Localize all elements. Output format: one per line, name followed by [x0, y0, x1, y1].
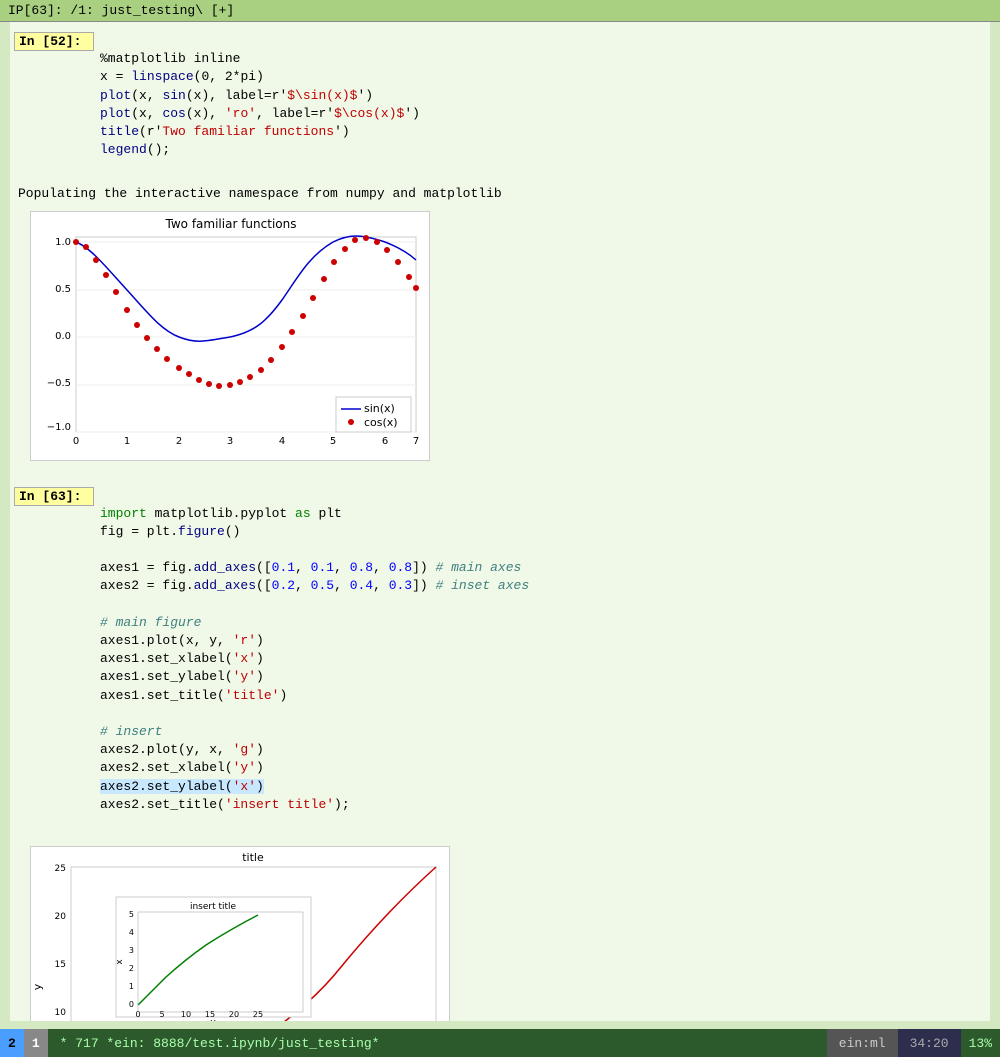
- svg-text:5: 5: [159, 1010, 164, 1019]
- status-notebook: * 717 *ein: 8888/test.ipynb/just_testing…: [48, 1029, 827, 1057]
- svg-text:title: title: [242, 851, 264, 864]
- title-bar: IP[63]: /1: just_testing\ [+]: [0, 0, 1000, 22]
- svg-text:5: 5: [330, 436, 336, 447]
- svg-text:y: y: [31, 983, 44, 990]
- output-text-52: Populating the interactive namespace fro…: [10, 184, 990, 203]
- svg-text:1.0: 1.0: [55, 237, 71, 248]
- svg-text:0.0: 0.0: [55, 331, 71, 342]
- svg-text:25: 25: [55, 864, 66, 874]
- svg-text:3: 3: [227, 436, 233, 447]
- chart1-svg: Two familiar functions 1.0 0.5 0.0 −0.5 …: [30, 211, 430, 461]
- cell-code-52[interactable]: %matplotlib inline x = linspace(0, 2*pi)…: [100, 30, 990, 180]
- chart1-title: Two familiar functions: [165, 217, 297, 231]
- svg-text:4: 4: [279, 436, 285, 447]
- svg-text:25: 25: [253, 1010, 263, 1019]
- svg-text:20: 20: [229, 1010, 239, 1019]
- notebook: In [52]: %matplotlib inline x = linspace…: [10, 22, 990, 1021]
- svg-text:20: 20: [55, 912, 67, 922]
- svg-text:1: 1: [129, 982, 134, 991]
- svg-text:−1.0: −1.0: [47, 422, 71, 433]
- status-vim-mode: ein:ml: [827, 1029, 898, 1057]
- svg-text:0: 0: [73, 436, 79, 447]
- svg-text:0.5: 0.5: [55, 284, 71, 295]
- svg-text:10: 10: [181, 1010, 191, 1019]
- status-percent: 13%: [961, 1029, 1000, 1057]
- status-position: 34:20: [898, 1029, 961, 1057]
- svg-text:5: 5: [129, 910, 134, 919]
- svg-text:7: 7: [413, 436, 419, 447]
- cell-code-63[interactable]: import matplotlib.pyplot as plt fig = pl…: [100, 485, 990, 835]
- svg-text:2: 2: [176, 436, 182, 447]
- svg-text:2: 2: [129, 964, 134, 973]
- svg-text:4: 4: [129, 928, 134, 937]
- cell-63: In [63]: import matplotlib.pyplot as plt…: [10, 477, 990, 1022]
- cell-prompt-52: In [52]:: [14, 32, 94, 51]
- chart1-container: Two familiar functions 1.0 0.5 0.0 −0.5 …: [30, 211, 430, 465]
- svg-text:10: 10: [55, 1008, 67, 1018]
- title-text: IP[63]: /1: just_testing\ [+]: [8, 3, 234, 18]
- svg-text:sin(x): sin(x): [364, 402, 395, 415]
- svg-text:6: 6: [382, 436, 388, 447]
- svg-text:0: 0: [129, 1000, 134, 1009]
- svg-text:insert title: insert title: [190, 902, 237, 912]
- svg-text:cos(x): cos(x): [364, 416, 398, 429]
- status-mode-2: 2: [0, 1029, 24, 1057]
- chart2-svg: title y x 25 20 15 10 5 0 0 1 2 3: [30, 846, 450, 1021]
- chart2-container: title y x 25 20 15 10 5 0 0 1 2 3: [30, 846, 450, 1021]
- status-mode-1: 1: [24, 1029, 48, 1057]
- status-bar: 2 1 * 717 *ein: 8888/test.ipynb/just_tes…: [0, 1029, 1000, 1057]
- svg-text:1: 1: [124, 436, 130, 447]
- svg-text:15: 15: [55, 960, 66, 970]
- svg-text:3: 3: [129, 946, 134, 955]
- svg-text:x: x: [115, 959, 125, 965]
- svg-text:−0.5: −0.5: [47, 378, 71, 389]
- svg-text:15: 15: [205, 1010, 215, 1019]
- cell-prompt-63: In [63]:: [14, 487, 94, 506]
- cell-52: In [52]: %matplotlib inline x = linspace…: [10, 22, 990, 477]
